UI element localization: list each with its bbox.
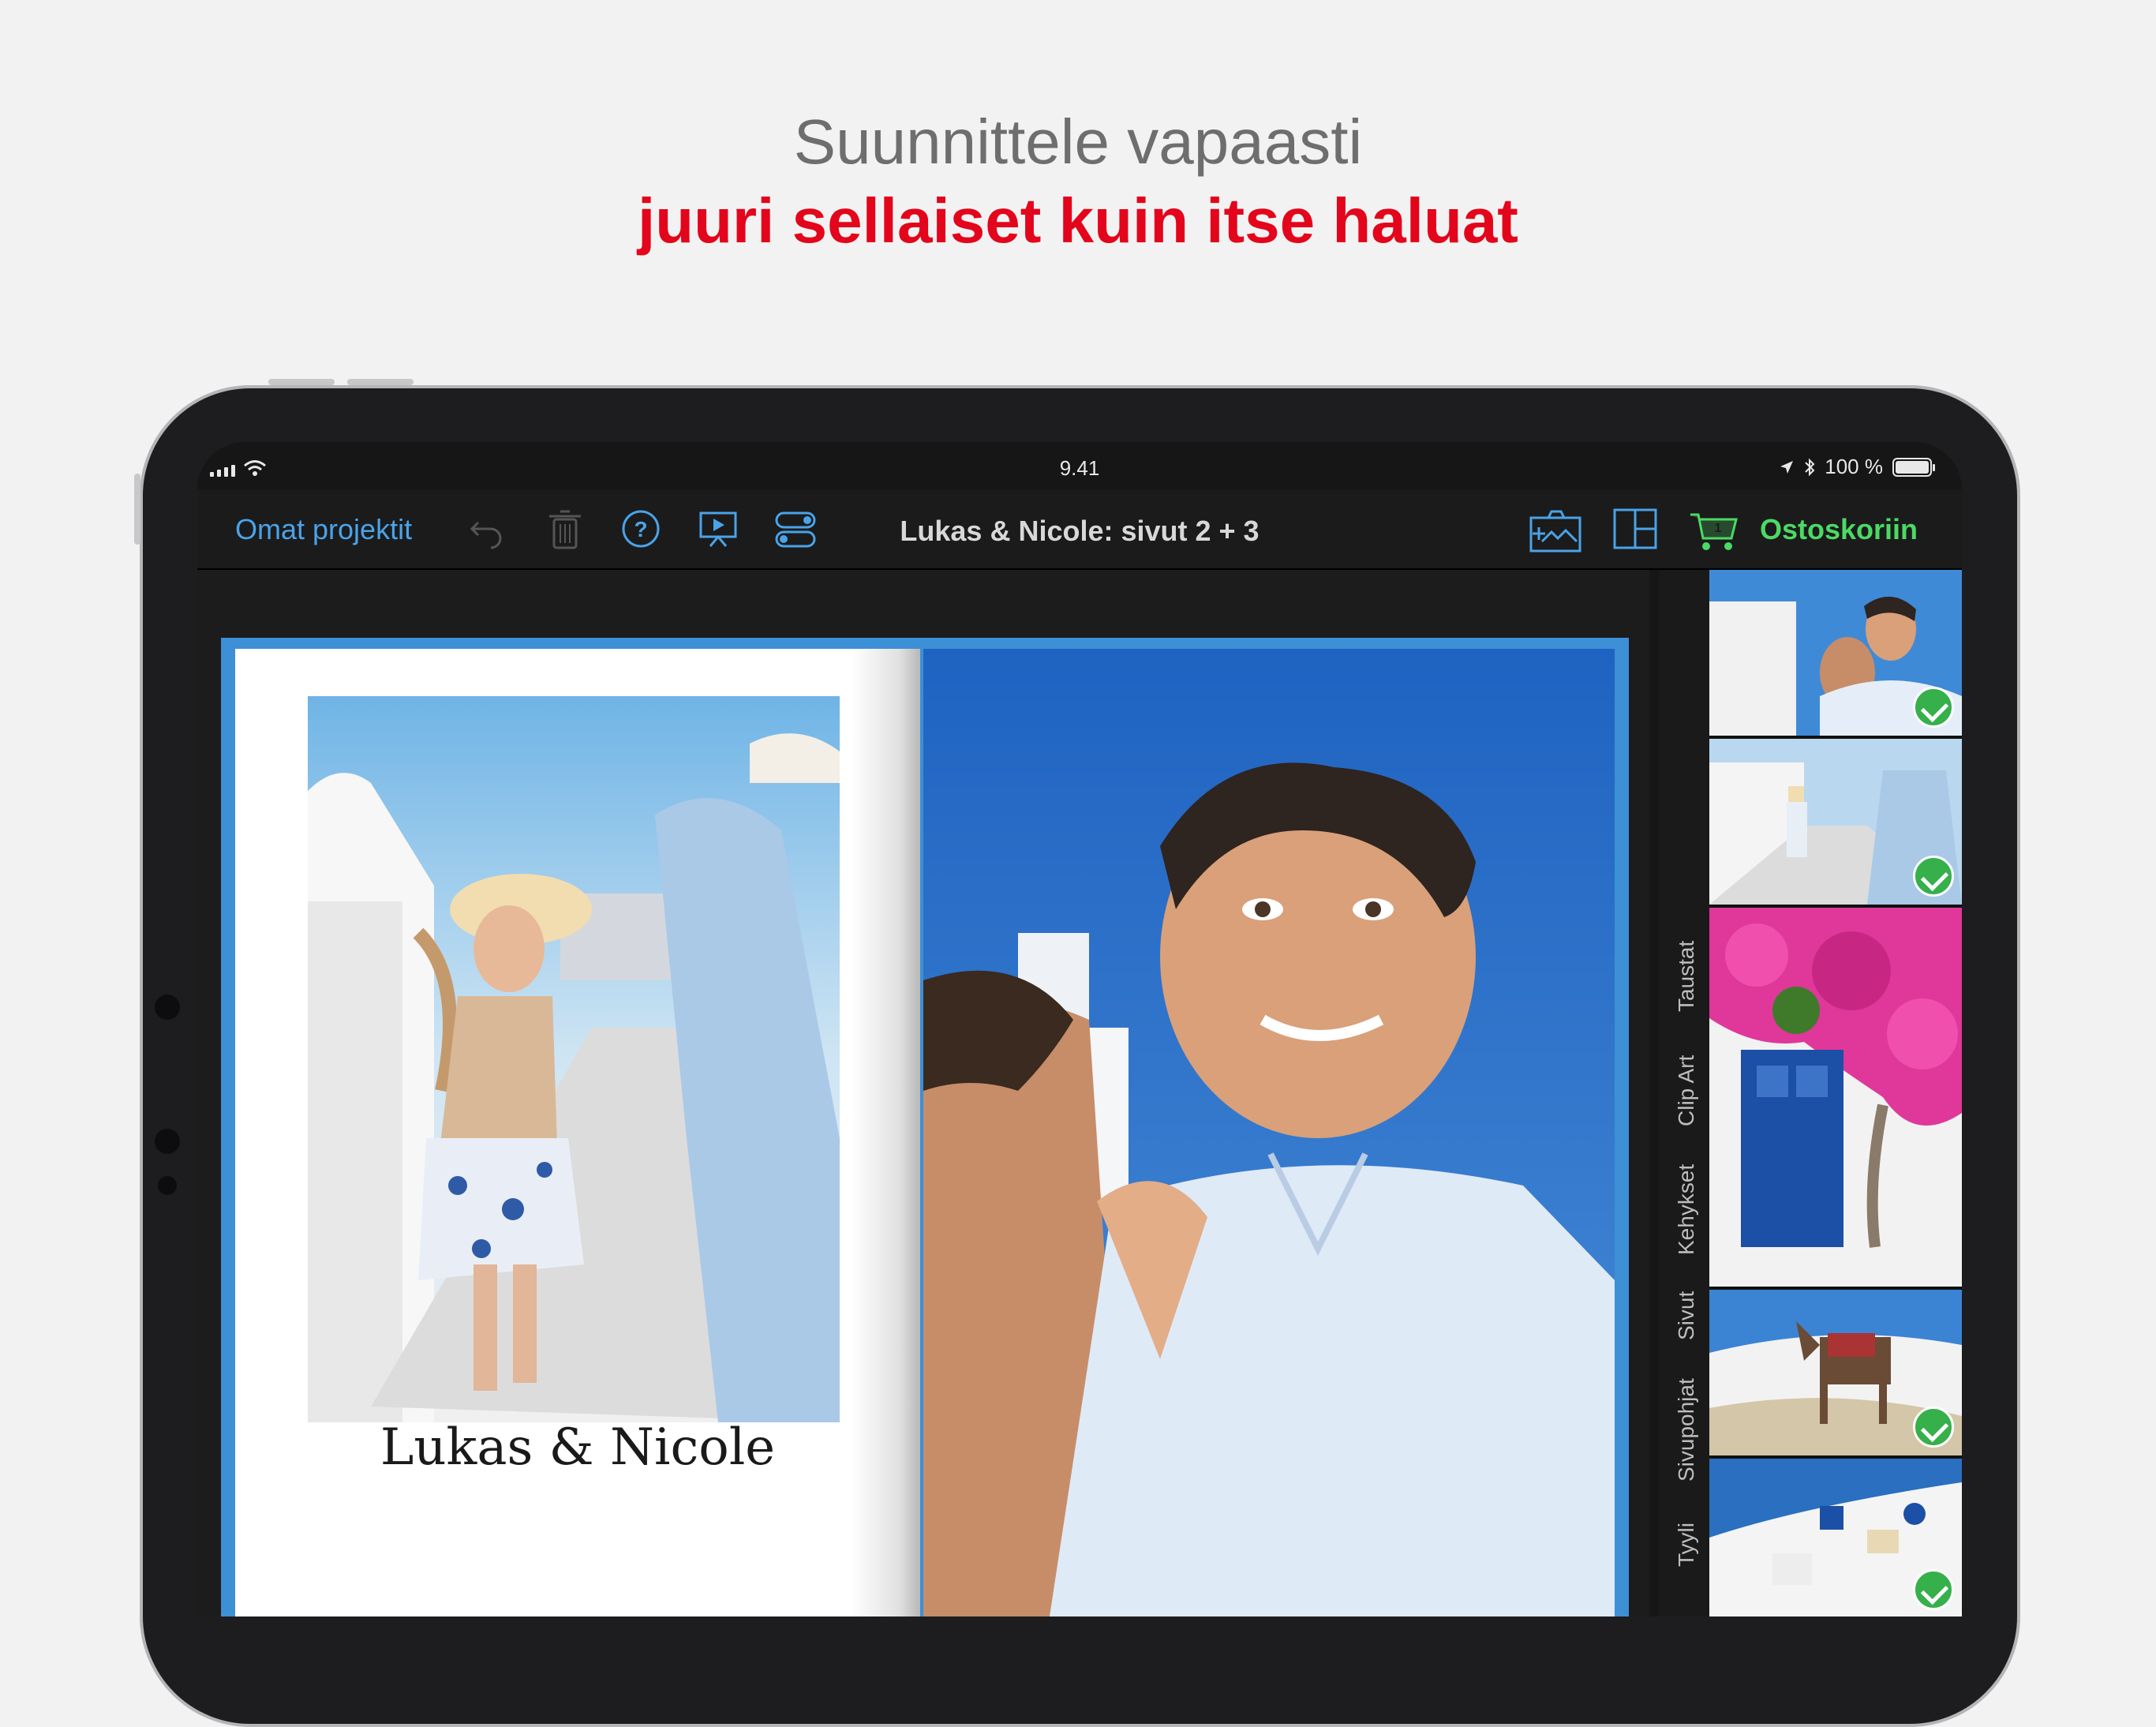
camera-dot-3 [158, 1176, 177, 1195]
selected-check-icon [1913, 1407, 1954, 1448]
tab-page-templates[interactable]: Sivupohjat [1659, 1367, 1714, 1493]
camera-dot-2 [155, 1129, 180, 1154]
tab-frames[interactable]: Kehykset [1659, 1154, 1714, 1264]
album-caption[interactable]: Lukas & Nicole [235, 1418, 920, 1477]
cart-icon[interactable]: 1 [1689, 507, 1741, 553]
thumbnail-couple-kiss[interactable] [1709, 570, 1962, 736]
add-to-cart-button[interactable]: Ostoskoriin [1760, 513, 1918, 546]
location-icon [1780, 460, 1794, 474]
tab-clip-art[interactable]: Clip Art [1659, 1036, 1714, 1146]
photo-couple-walking[interactable] [308, 696, 840, 1422]
thumbnail-donkey-santorini[interactable] [1709, 1290, 1962, 1455]
cart-count: 1 [1715, 522, 1722, 535]
thumbnail-couple-walking[interactable] [1709, 739, 1962, 905]
thumbnail-flowers-blue-door[interactable] [1709, 908, 1962, 1287]
bluetooth-icon [1805, 458, 1815, 476]
headline-line-1: Suunnittele vapaasti [793, 107, 1363, 177]
status-time: 9.41 [1059, 456, 1100, 480]
sidebar-tabs: Taustat Clip Art Kehykset Sivut Sivupohj… [1659, 570, 1714, 1616]
status-right-group: 100 % [1779, 455, 1935, 479]
add-photo-icon[interactable] [1528, 507, 1583, 554]
layout-icon[interactable] [1611, 507, 1659, 551]
battery-percent: 100 % [1825, 455, 1883, 478]
selected-check-icon [1913, 856, 1954, 897]
app-toolbar: Omat projektit ? Lukas & Nicole: sivut 2… [197, 489, 1962, 570]
tab-backgrounds[interactable]: Taustat [1659, 925, 1714, 1028]
headline-line-2: juuri sellaiset kuin itse haluat [638, 185, 1518, 256]
selected-check-icon [1913, 687, 1954, 728]
tab-style[interactable]: Tyyli [1659, 1501, 1714, 1588]
photo-thumbnail-strip[interactable] [1709, 570, 1962, 1616]
power-button [134, 474, 140, 545]
tab-pages[interactable]: Sivut [1659, 1272, 1714, 1359]
volume-up-button [268, 379, 335, 385]
editor-canvas[interactable]: Lukas & Nicole [197, 570, 1649, 1616]
selected-check-icon [1913, 1569, 1954, 1610]
volume-down-button [347, 379, 414, 385]
battery-icon [1892, 457, 1935, 477]
status-bar: 9.41 100 % [197, 442, 1962, 489]
photo-couple-kiss[interactable] [923, 649, 1615, 1616]
thumbnail-santorini-village[interactable] [1709, 1459, 1962, 1616]
camera-dot-1 [155, 995, 180, 1020]
marketing-headline: Suunnittele vapaasti juuri sellaiset kui… [0, 103, 2156, 260]
app-screen: 9.41 100 % Omat projektit ? Lukas & Nico… [197, 442, 1962, 1616]
